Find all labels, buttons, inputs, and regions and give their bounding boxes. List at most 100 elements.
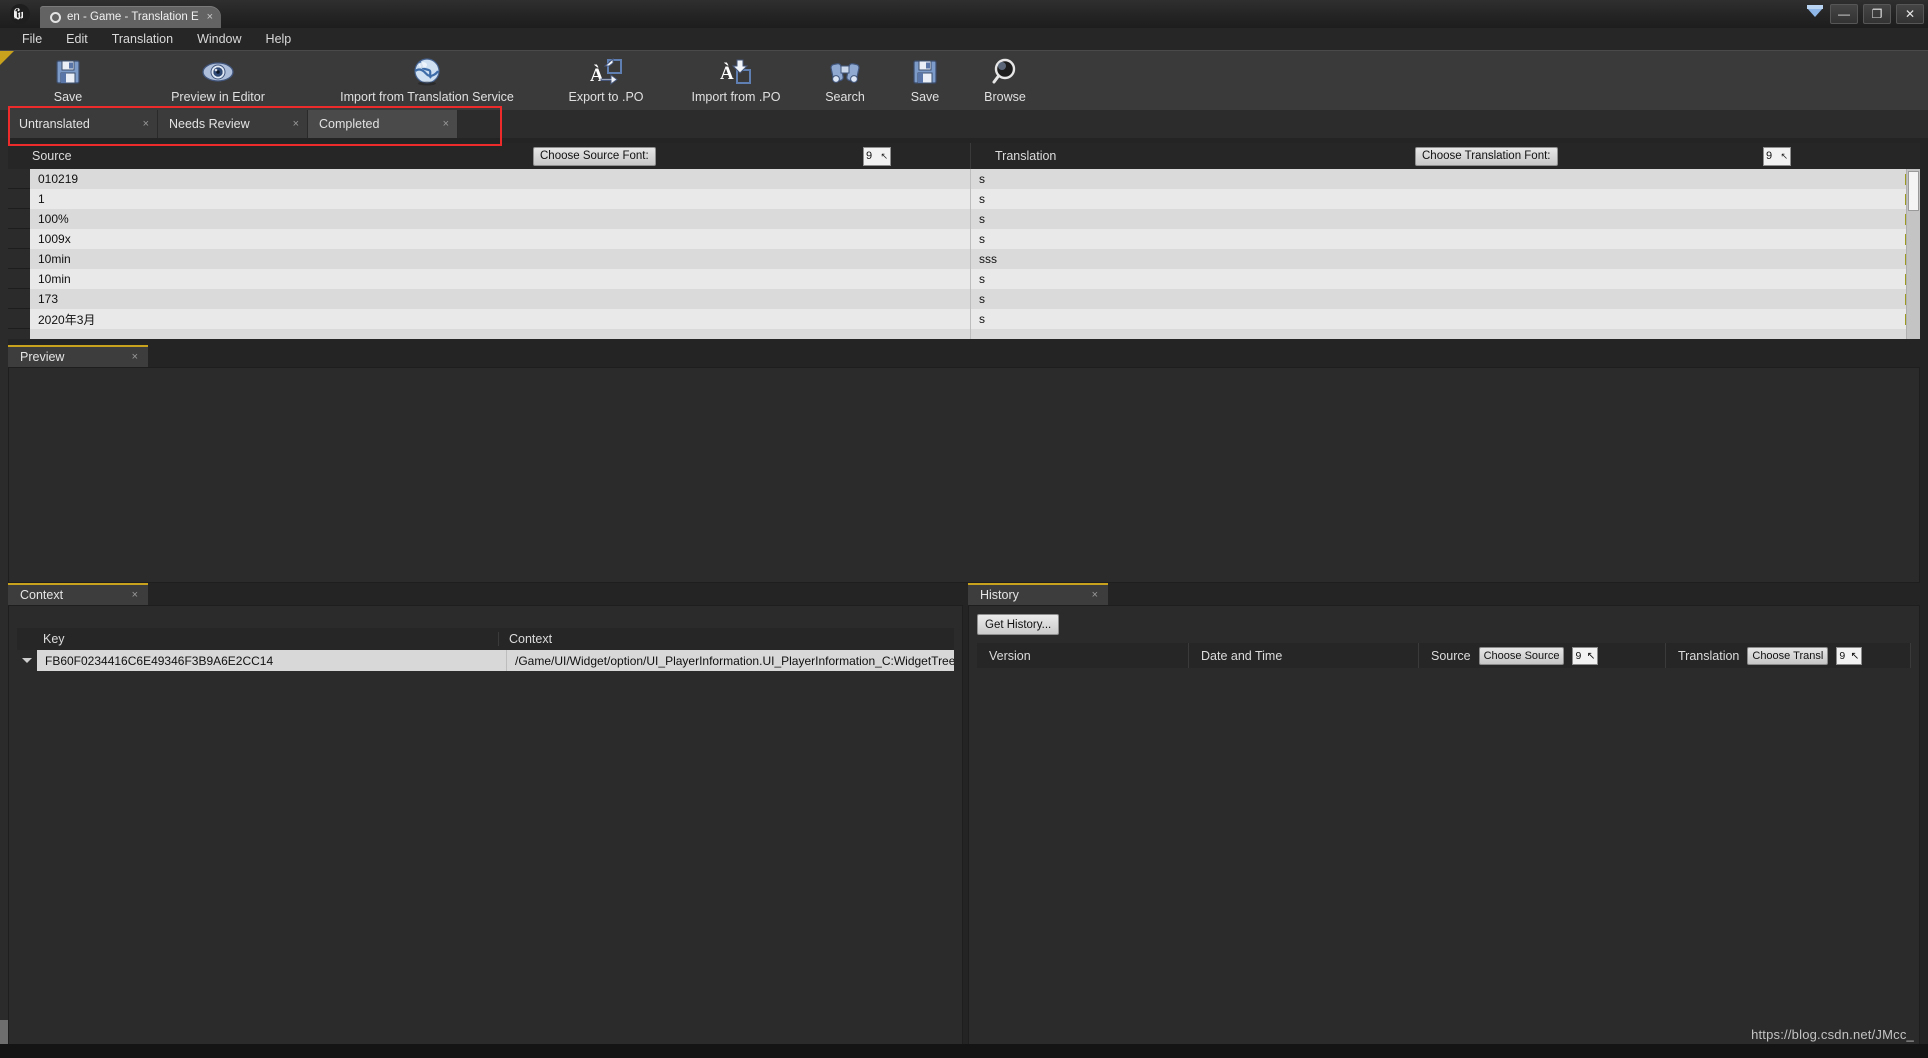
menu-item-translation[interactable]: Translation <box>100 31 185 48</box>
toolbar-search-button[interactable]: Search <box>802 51 888 109</box>
left-rail-scroll-handle[interactable] <box>0 1020 8 1044</box>
choose-source-font-button[interactable]: Choose Source Font: <box>533 146 656 166</box>
filter-tab-completed[interactable]: Completed × <box>308 110 458 138</box>
preview-tab-row: Preview × <box>8 345 1920 367</box>
spinner-arrow-icon[interactable]: ↖ <box>1587 650 1596 662</box>
row-translation-cell[interactable]: s <box>971 269 1920 289</box>
row-translation-text: s <box>979 292 985 306</box>
row-translation-cell[interactable]: s <box>971 169 1920 189</box>
row-translation-cell[interactable]: s <box>971 209 1920 229</box>
menu-item-edit[interactable]: Edit <box>54 31 100 48</box>
translation-grid[interactable]: 010219 s 1 s 100% s 1009x s 10min sss 10… <box>8 169 1920 339</box>
table-row[interactable]: 1009x s <box>8 229 1920 249</box>
filter-tab-completed-label: Completed <box>319 117 380 131</box>
row-source-cell[interactable]: 173 <box>30 289 971 309</box>
table-row[interactable]: 010219 s <box>8 169 1920 189</box>
row-source-cell[interactable]: 010219 <box>30 169 971 189</box>
restore-button[interactable]: ❐ <box>1863 4 1891 24</box>
source-font-size-input[interactable]: 9 ↖ <box>863 146 891 166</box>
expander-icon[interactable] <box>17 650 37 671</box>
row-source-cell[interactable]: 100% <box>30 209 971 229</box>
row-translation-text: s <box>979 312 985 326</box>
tab-history[interactable]: History × <box>968 583 1108 605</box>
table-row[interactable]: 173 s <box>8 289 1920 309</box>
table-row-partial[interactable] <box>8 329 1920 339</box>
row-source-cell[interactable] <box>30 329 971 339</box>
tab-preview[interactable]: Preview × <box>8 345 148 367</box>
toolbar-browse-button[interactable]: Browse <box>962 51 1048 109</box>
close-icon[interactable]: × <box>132 351 138 363</box>
filter-tab-needs-review[interactable]: Needs Review × <box>158 110 308 138</box>
history-choose-translation-font-button[interactable]: Choose Transl <box>1747 646 1829 665</box>
close-icon[interactable]: × <box>143 118 149 130</box>
row-source-cell[interactable]: 10min <box>30 249 971 269</box>
filter-tab-untranslated[interactable]: Untranslated × <box>8 110 158 138</box>
history-choose-source-font-button[interactable]: Choose Source <box>1478 646 1565 665</box>
toolbar-export-to-po-button[interactable]: À Export to .PO <box>542 51 670 109</box>
preview-panel: Preview × <box>8 345 1920 583</box>
globe-icon <box>411 55 443 89</box>
toolbar-search-label: Search <box>825 90 865 104</box>
close-icon[interactable]: × <box>293 118 299 130</box>
menu-item-help[interactable]: Help <box>254 31 304 48</box>
toolbar-save-button[interactable]: Save <box>12 51 124 109</box>
table-row[interactable]: 10min sss <box>8 249 1920 269</box>
source-column-label: Source <box>32 149 72 163</box>
history-column-date-and-time: Date and Time <box>1189 643 1419 668</box>
grid-scrollbar-thumb[interactable] <box>1908 171 1919 211</box>
row-source-cell[interactable]: 1009x <box>30 229 971 249</box>
toolbar-save-label: Save <box>53 90 83 104</box>
row-translation-cell[interactable] <box>971 329 1920 339</box>
close-icon[interactable]: × <box>443 118 449 130</box>
toolbar-import-from-po-button[interactable]: À Import from .PO <box>670 51 802 109</box>
row-translation-cell[interactable]: s <box>971 289 1920 309</box>
row-translation-cell[interactable]: s <box>971 309 1920 329</box>
row-gutter <box>8 249 30 269</box>
spinner-arrow-icon[interactable]: ↖ <box>1780 151 1788 162</box>
table-row[interactable]: 2020年3月 s <box>8 309 1920 329</box>
row-gutter <box>8 209 30 229</box>
row-source-cell[interactable]: 2020年3月 <box>30 309 971 329</box>
history-translation-font-size-input[interactable]: 9 ↖ <box>1836 646 1863 665</box>
row-gutter <box>8 169 30 189</box>
menu-item-file[interactable]: File <box>10 31 54 48</box>
table-row[interactable]: 10min s <box>8 269 1920 289</box>
get-history-button[interactable]: Get History... <box>977 614 1060 635</box>
choose-translation-font-label: Choose Translation Font: <box>1422 150 1551 162</box>
document-tab[interactable]: en - Game - Translation E × <box>40 6 222 28</box>
close-icon[interactable]: × <box>207 11 213 23</box>
tab-preview-label: Preview <box>20 350 65 364</box>
toolbar-preview-in-editor-button[interactable]: Preview in Editor <box>124 51 312 109</box>
row-translation-cell[interactable]: sss <box>971 249 1920 269</box>
row-translation-cell[interactable]: s <box>971 229 1920 249</box>
eye-icon <box>201 55 235 89</box>
floppy-disk-icon <box>910 55 940 89</box>
choose-translation-font-button[interactable]: Choose Translation Font: <box>1415 146 1558 166</box>
spinner-arrow-icon[interactable]: ↖ <box>880 151 888 162</box>
toolbar-import-from-translation-service-button[interactable]: Import from Translation Service <box>312 51 542 109</box>
tab-context[interactable]: Context × <box>8 583 148 605</box>
menu-item-window[interactable]: Window <box>185 31 253 48</box>
context-table-row[interactable]: FB60F0234416C6E49346F3B9A6E2CC14 /Game/U… <box>17 650 954 671</box>
row-source-cell[interactable]: 10min <box>30 269 971 289</box>
translation-editor-window: en - Game - Translation E × — ❐ ✕ File E… <box>0 0 1928 1058</box>
toolbar-import-from-po-label: Import from .PO <box>691 90 781 104</box>
left-rail <box>0 110 8 1044</box>
row-gutter <box>8 289 30 309</box>
translation-font-size-value: 9 <box>1766 150 1773 162</box>
grid-column-header: Source Choose Source Font: 9 ↖ Translati… <box>8 143 1920 169</box>
context-row-key: FB60F0234416C6E49346F3B9A6E2CC14 <box>37 650 507 671</box>
close-icon[interactable]: × <box>132 589 138 601</box>
row-source-cell[interactable]: 1 <box>30 189 971 209</box>
table-row[interactable]: 100% s <box>8 209 1920 229</box>
row-translation-cell[interactable]: s <box>971 189 1920 209</box>
minimize-button[interactable]: — <box>1830 4 1858 24</box>
toolbar-save-button-2[interactable]: Save <box>888 51 962 109</box>
table-row[interactable]: 1 s <box>8 189 1920 209</box>
close-icon[interactable]: × <box>1092 589 1098 601</box>
translation-font-size-input[interactable]: 9 ↖ <box>1763 146 1791 166</box>
history-source-font-size-input[interactable]: 9 ↖ <box>1572 646 1599 665</box>
grid-vertical-scrollbar[interactable] <box>1906 169 1920 339</box>
spinner-arrow-icon[interactable]: ↖ <box>1851 650 1860 662</box>
close-button[interactable]: ✕ <box>1896 4 1924 24</box>
